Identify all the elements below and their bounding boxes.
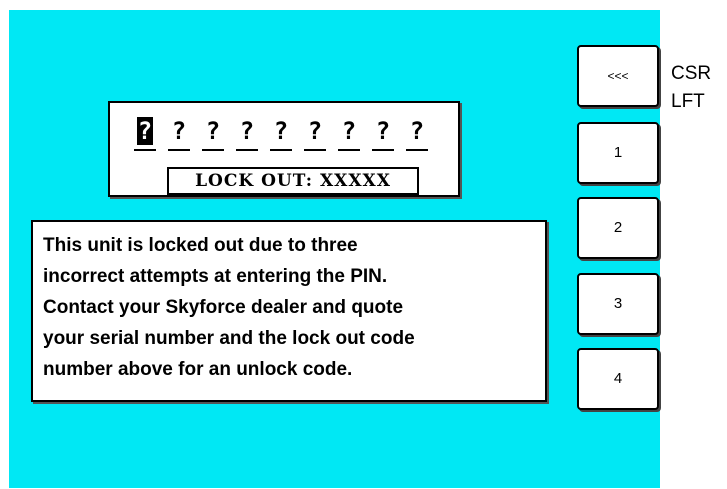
- pin-digit-1[interactable]: ?: [128, 113, 162, 153]
- pin-entry-panel: ? ? ? ? ? ? ? ? ? LOCK OUT: XXXXX: [108, 101, 460, 197]
- pin-digits-row: ? ? ? ? ? ? ? ? ?: [128, 113, 434, 153]
- pin-digit-9[interactable]: ?: [400, 113, 434, 153]
- pin-digit-7[interactable]: ?: [332, 113, 366, 153]
- pin-digit-6[interactable]: ?: [298, 113, 332, 153]
- pin-digit-5[interactable]: ?: [264, 113, 298, 153]
- back-softkey[interactable]: <<<: [577, 45, 659, 107]
- pin-digit-3[interactable]: ?: [196, 113, 230, 153]
- pin-digit-4[interactable]: ?: [230, 113, 264, 153]
- device-display: ? ? ? ? ? ? ? ? ? LOCK OUT: XXXXX This u…: [0, 0, 727, 489]
- lockout-message-panel: This unit is locked out due to three inc…: [31, 220, 547, 402]
- pin-digit-2[interactable]: ?: [162, 113, 196, 153]
- softkey-3[interactable]: 3: [577, 273, 659, 335]
- pin-digit-8[interactable]: ?: [366, 113, 400, 153]
- softkey-1[interactable]: 1: [577, 122, 659, 184]
- side-label-line-1: CSR: [671, 63, 712, 84]
- side-label-line-2: LFT: [671, 91, 705, 112]
- softkey-4[interactable]: 4: [577, 348, 659, 410]
- cursor-left-label: CSR LFT: [671, 60, 711, 116]
- softkey-2[interactable]: 2: [577, 197, 659, 259]
- lockout-message-text: This unit is locked out due to three inc…: [43, 235, 415, 380]
- lockout-code-box: LOCK OUT: XXXXX: [167, 167, 419, 195]
